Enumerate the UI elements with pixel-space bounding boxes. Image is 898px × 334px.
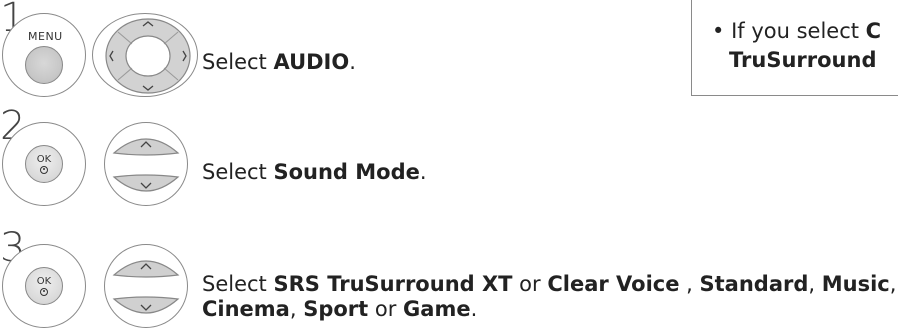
- option-step3-line1-5: Standard: [699, 272, 809, 296]
- ok-dot-icon: [40, 165, 48, 174]
- step-2-instruction: Select Sound Mode.: [202, 160, 427, 184]
- text-step3-line1-0: Select: [202, 272, 274, 296]
- ok-button-3[interactable]: OK: [25, 267, 63, 305]
- option-step3-line1-3: Clear Voice: [547, 272, 680, 296]
- step-1-text-suffix: .: [349, 50, 356, 74]
- ok-label-2: OK: [36, 153, 52, 165]
- menu-button[interactable]: [25, 46, 63, 84]
- note-line-1-prefix: If you select: [731, 19, 866, 43]
- step-3-instruction-line-2: Cinema, Sport or Game.: [202, 297, 477, 321]
- text-step3-line2-3: or: [368, 297, 404, 321]
- ok-label-3: OK: [36, 275, 52, 287]
- step-3-instruction-line-1: Select SRS TruSurround XT or Clear Voice…: [202, 272, 896, 296]
- navigation-dpad-icon[interactable]: [102, 16, 194, 96]
- option-step3-line2-2: Sport: [303, 297, 369, 321]
- text-step3-line1-2: or: [512, 272, 548, 296]
- text-step3-line2-1: ,: [289, 297, 304, 321]
- text-step3-line1-8: ,: [889, 272, 897, 296]
- text-step3-line1-4: ,: [679, 272, 700, 296]
- step-1-instruction: Select AUDIO.: [202, 50, 356, 74]
- note-line-1-bold: C: [865, 19, 882, 43]
- menu-button-label: MENU: [28, 30, 63, 43]
- up-down-arrow-icon[interactable]: [110, 127, 182, 203]
- text-step3-line1-6: ,: [808, 272, 822, 296]
- step-2-target: Sound Mode: [273, 160, 420, 184]
- option-step3-line1-7: Music: [821, 272, 890, 296]
- note-bullet: •: [712, 19, 725, 43]
- text-step3-line2-5: .: [470, 297, 478, 321]
- ok-button-2[interactable]: OK: [25, 145, 63, 183]
- option-step3-line2-0: Cinema: [202, 297, 290, 321]
- up-down-arrow-icon[interactable]: [110, 249, 182, 325]
- step-2-text-prefix: Select: [202, 160, 274, 184]
- option-step3-line1-1: SRS TruSurround XT: [273, 272, 513, 296]
- step-2-text-suffix: .: [419, 160, 427, 184]
- step-1-text-prefix: Select: [202, 50, 274, 74]
- step-1-target: AUDIO: [273, 50, 350, 74]
- ok-dot-icon: [40, 287, 48, 296]
- note-line-2-bold: TruSurround: [729, 48, 877, 72]
- note-box: • If you select C TruSurround: [691, 0, 898, 96]
- note-text: • If you select C TruSurround: [712, 17, 881, 75]
- option-step3-line2-4: Game: [403, 297, 471, 321]
